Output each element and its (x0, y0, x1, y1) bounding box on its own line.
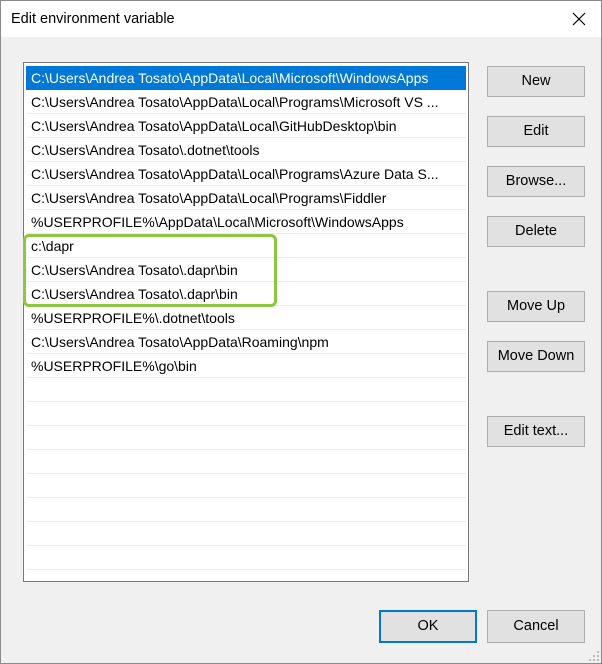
title-bar: Edit environment variable (1, 1, 601, 37)
path-list-item-text: C:\Users\Andrea Tosato\.dapr\bin (31, 262, 238, 278)
path-list-item[interactable]: %USERPROFILE%\.dotnet\tools (26, 306, 466, 330)
resize-grip-icon[interactable] (587, 649, 599, 661)
edit-text-button[interactable]: Edit text... (487, 416, 585, 447)
path-list-item[interactable]: %USERPROFILE%\go\bin (26, 354, 466, 378)
cancel-button[interactable]: Cancel (487, 610, 585, 643)
path-list-item-text: C:\Users\Andrea Tosato\AppData\Local\Git… (31, 118, 397, 134)
ok-button[interactable]: OK (379, 610, 477, 643)
path-list-item[interactable] (26, 378, 466, 402)
close-icon (572, 12, 586, 26)
move-down-button[interactable]: Move Down (487, 341, 585, 372)
path-list-item-text: C:\Users\Andrea Tosato\AppData\Local\Mic… (31, 70, 429, 86)
path-list-item-text: %USERPROFILE%\AppData\Local\Microsoft\Wi… (31, 214, 404, 230)
new-button[interactable]: New (487, 66, 585, 97)
path-list-item[interactable]: C:\Users\Andrea Tosato\AppData\Local\Pro… (26, 162, 466, 186)
path-list-item-text: %USERPROFILE%\go\bin (31, 358, 197, 374)
path-list-item[interactable]: C:\Users\Andrea Tosato\.dapr\bin (26, 282, 466, 306)
path-list-item[interactable]: %USERPROFILE%\AppData\Local\Microsoft\Wi… (26, 210, 466, 234)
path-list-item-text: C:\Users\Andrea Tosato\AppData\Local\Pro… (31, 94, 439, 110)
path-list-item[interactable] (26, 522, 466, 546)
edit-button[interactable]: Edit (487, 116, 585, 147)
path-list-item-text: C:\Users\Andrea Tosato\AppData\Local\Pro… (31, 166, 439, 182)
path-list-item[interactable] (26, 450, 466, 474)
browse-button[interactable]: Browse... (487, 166, 585, 197)
path-list-item-text: %USERPROFILE%\.dotnet\tools (31, 310, 235, 326)
path-list-item[interactable]: C:\Users\Andrea Tosato\AppData\Local\Mic… (26, 66, 466, 90)
path-list-item[interactable]: C:\Users\Andrea Tosato\.dotnet\tools (26, 138, 466, 162)
path-list-item-text: C:\Users\Andrea Tosato\AppData\Local\Pro… (31, 190, 387, 206)
path-list-item[interactable] (26, 426, 466, 450)
move-up-button[interactable]: Move Up (487, 291, 585, 322)
path-list-item[interactable] (26, 402, 466, 426)
path-list-item[interactable] (26, 570, 466, 581)
path-list[interactable]: C:\Users\Andrea Tosato\AppData\Local\Mic… (23, 62, 469, 582)
path-list-item[interactable]: C:\Users\Andrea Tosato\AppData\Local\Pro… (26, 186, 466, 210)
path-list-item[interactable] (26, 474, 466, 498)
path-list-item-text: C:\Users\Andrea Tosato\.dapr\bin (31, 286, 238, 302)
path-list-item-text: C:\Users\Andrea Tosato\AppData\Roaming\n… (31, 334, 329, 350)
delete-button[interactable]: Delete (487, 216, 585, 247)
dialog-title: Edit environment variable (11, 11, 175, 27)
path-list-item[interactable]: C:\Users\Andrea Tosato\AppData\Local\Pro… (26, 90, 466, 114)
path-list-item[interactable] (26, 546, 466, 570)
path-list-item-text: C:\Users\Andrea Tosato\.dotnet\tools (31, 142, 260, 158)
close-button[interactable] (557, 1, 601, 37)
path-list-item[interactable]: C:\Users\Andrea Tosato\AppData\Roaming\n… (26, 330, 466, 354)
path-list-item[interactable]: C:\Users\Andrea Tosato\AppData\Local\Git… (26, 114, 466, 138)
path-list-item[interactable]: C:\Users\Andrea Tosato\.dapr\bin (26, 258, 466, 282)
edit-environment-variable-dialog: Edit environment variable C:\Users\Andre… (0, 0, 602, 664)
path-list-item[interactable]: c:\dapr (26, 234, 466, 258)
path-list-item[interactable] (26, 498, 466, 522)
path-list-item-text: c:\dapr (31, 238, 74, 254)
